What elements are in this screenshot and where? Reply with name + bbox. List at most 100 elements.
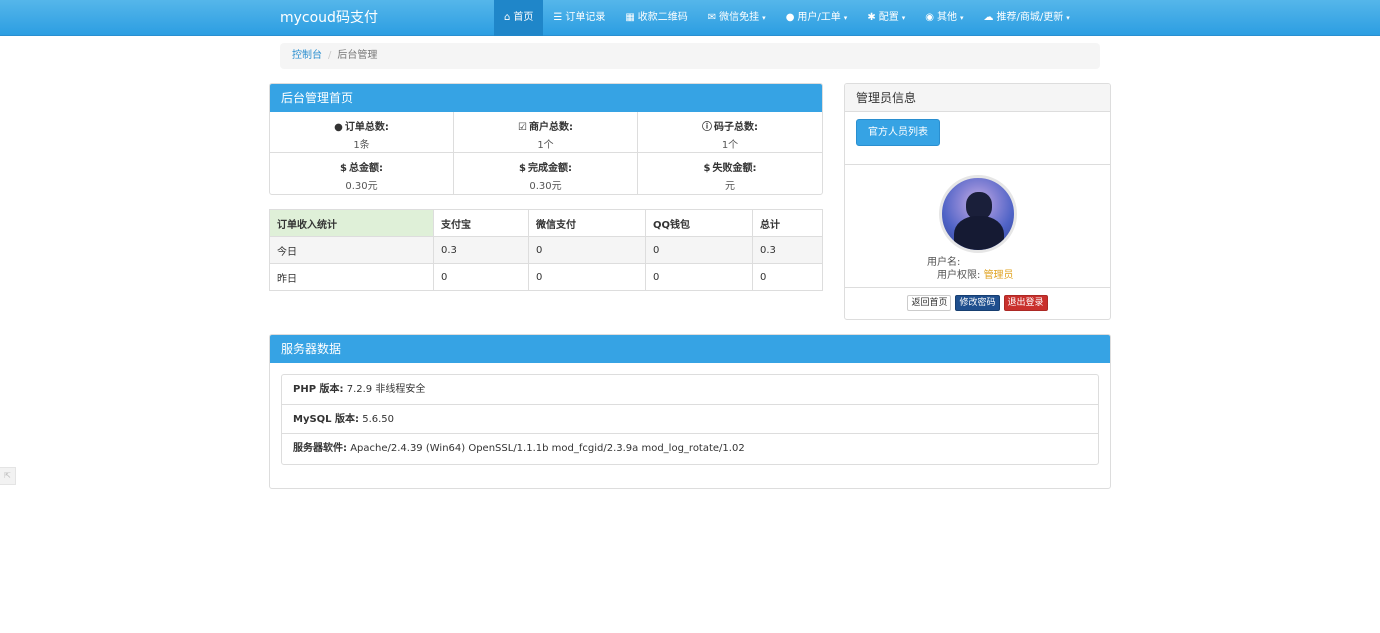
- nav-label: 推荐/商城/更新: [996, 12, 1064, 23]
- table-cell: 昨日: [269, 263, 434, 291]
- nav-label: 收款二维码: [637, 12, 688, 23]
- nav-label: 其他: [936, 12, 957, 23]
- info-circle-icon: ⓘ: [702, 122, 712, 133]
- admin-profile: 用户名: 用户权限: 管理员: [845, 165, 1110, 288]
- table-cell: 0: [645, 263, 753, 291]
- side-toggle-tab[interactable]: ⇱: [0, 467, 16, 485]
- table-row: 昨日 0 0 0 0: [269, 263, 823, 291]
- nav-item-home[interactable]: ⌂ 首页: [494, 0, 544, 36]
- admin-button-area: 官方人员列表: [845, 112, 1110, 165]
- table-cell: 0: [433, 263, 529, 291]
- dollar-icon: $: [703, 163, 711, 174]
- list-item: PHP 版本: 7.2.9 非线程安全: [282, 375, 1098, 405]
- role-value: 管理员: [983, 270, 1014, 281]
- stat-label: 码子总数:: [714, 122, 758, 133]
- nav-label: 用户/工单: [797, 12, 841, 23]
- dollar-icon: $: [519, 163, 526, 174]
- table-header: 微信支付: [528, 209, 646, 237]
- staff-list-button[interactable]: 官方人员列表: [856, 119, 940, 146]
- stat-label: 订单总数:: [344, 122, 389, 133]
- stat-order-count: ● 订单总数: 1条: [270, 112, 454, 153]
- role-row: 用户权限: 管理员: [937, 266, 1014, 281]
- breadcrumb: 控制台 / 后台管理: [280, 43, 1100, 69]
- wechat-icon: ✉: [707, 12, 717, 23]
- chevron-down-icon: ▾: [843, 14, 848, 22]
- nav-item-recommend[interactable]: ☁ 推荐/商城/更新 ▾: [973, 0, 1079, 36]
- stat-value: 元: [725, 181, 735, 192]
- table-cell: 0: [528, 236, 646, 264]
- chevron-down-icon: ▾: [1066, 14, 1070, 22]
- stat-label: 总金额:: [348, 163, 383, 174]
- back-home-button[interactable]: 返回首页: [907, 295, 952, 311]
- table-header: QQ钱包: [645, 209, 753, 237]
- nav-item-wechat[interactable]: ✉ 微信免挂 ▾: [698, 0, 776, 36]
- home-icon: ⌂: [504, 12, 511, 23]
- nav-item-orders[interactable]: ☰ 订单记录: [543, 0, 615, 36]
- brand-logo[interactable]: mycoud码支付: [280, 0, 378, 36]
- nav-label: 微信免挂: [719, 12, 760, 23]
- admin-actions: 返回首页 修改密码 退出登录: [845, 288, 1110, 318]
- stat-total-amount: $ 总金额: 0.30元: [270, 153, 454, 194]
- stats-grid: ● 订单总数: 1条 ☑ 商户总数: 1个 ⓘ 码子总数: 1个 $ 总金额: 0.30…: [270, 112, 822, 194]
- nav-item-users[interactable]: ● 用户/工单 ▾: [776, 0, 858, 36]
- breadcrumb-current: 后台管理: [337, 50, 378, 61]
- table-cell: 今日: [269, 236, 434, 264]
- server-item-label: PHP 版本:: [293, 384, 344, 395]
- top-navbar: mycoud码支付 ⌂ 首页 ☰ 订单记录 ▦ 收款二维码 ✉ 微信免挂 ▾ ●…: [0, 0, 1380, 36]
- logout-button[interactable]: 退出登录: [1003, 295, 1048, 311]
- qrcode-icon: ▦: [625, 12, 635, 23]
- stat-value: 1条: [353, 140, 370, 151]
- avatar-body: [954, 216, 1004, 250]
- main-nav: ⌂ 首页 ☰ 订单记录 ▦ 收款二维码 ✉ 微信免挂 ▾ ● 用户/工单 ▾ ✱…: [494, 0, 1080, 36]
- nav-label: 首页: [513, 12, 534, 23]
- server-item-value: 5.6.50: [362, 413, 395, 425]
- avatar: [939, 175, 1017, 253]
- nav-item-other[interactable]: ◉ 其他 ▾: [915, 0, 973, 36]
- globe-icon: ◉: [925, 12, 934, 23]
- chevron-down-icon: ▾: [959, 14, 964, 22]
- cloud-icon: ☁: [983, 12, 994, 23]
- server-panel: 服务器数据 PHP 版本: 7.2.9 非线程安全 MySQL 版本: 5.6.…: [269, 334, 1111, 489]
- chevron-down-icon: ▾: [762, 14, 766, 22]
- change-password-button[interactable]: 修改密码: [955, 295, 1000, 311]
- stats-panel-title: 后台管理首页: [270, 84, 822, 112]
- stat-value: 1个: [537, 140, 554, 151]
- breadcrumb-separator: /: [328, 50, 332, 61]
- stat-label: 商户总数:: [528, 122, 573, 133]
- drop-icon: ●: [334, 122, 343, 133]
- nav-item-qrcode[interactable]: ▦ 收款二维码: [615, 0, 697, 36]
- server-item-value: Apache/2.4.39 (Win64) OpenSSL/1.1.1b mod…: [350, 443, 745, 454]
- stat-failed-amount: $ 失败金额: 元: [638, 153, 822, 194]
- stat-value: 1个: [721, 140, 739, 151]
- list-item: MySQL 版本: 5.6.50: [282, 405, 1098, 434]
- server-info-list: PHP 版本: 7.2.9 非线程安全 MySQL 版本: 5.6.50 服务器…: [281, 374, 1099, 465]
- admin-panel: 管理员信息 官方人员列表 用户名: 用户权限: 管理员 返回首页 修改密码 退出登录: [844, 83, 1111, 320]
- table-cell: 0: [645, 236, 753, 264]
- stat-merchant-count: ☑ 商户总数: 1个: [454, 112, 638, 153]
- list-icon: ☰: [553, 12, 563, 23]
- server-item-label: MySQL 版本:: [293, 413, 360, 425]
- stat-completed-amount: $ 完成金额: 0.30元: [454, 153, 638, 194]
- dollar-icon: $: [340, 163, 347, 174]
- gear-icon: ✱: [867, 12, 876, 23]
- income-table: 订单收入统计 支付宝 微信支付 QQ钱包 总计 今日 0.3 0 0 0.3 昨…: [269, 209, 823, 291]
- stat-label: 完成金额:: [527, 163, 572, 174]
- role-label: 用户权限:: [937, 270, 981, 281]
- table-cell: 0.3: [752, 236, 823, 264]
- nav-item-config[interactable]: ✱ 配置 ▾: [857, 0, 915, 36]
- table-cell: 0: [752, 263, 823, 291]
- nav-label: 配置: [878, 12, 899, 23]
- table-cell: 0: [528, 263, 646, 291]
- table-cell: 0.3: [433, 236, 529, 264]
- stats-panel: 后台管理首页 ● 订单总数: 1条 ☑ 商户总数: 1个 ⓘ 码子总数: 1个 $ 总金…: [269, 83, 823, 195]
- nav-label: 订单记录: [565, 12, 606, 23]
- breadcrumb-home-link[interactable]: 控制台: [292, 50, 322, 61]
- stat-value: 0.30元: [345, 181, 378, 192]
- list-item: 服务器软件: Apache/2.4.39 (Win64) OpenSSL/1.1…: [282, 434, 1098, 464]
- table-header-row: 订单收入统计 支付宝 微信支付 QQ钱包 总计: [269, 209, 823, 237]
- check-square-icon: ☑: [518, 122, 527, 133]
- user-icon: ●: [785, 12, 795, 23]
- table-header: 支付宝: [433, 209, 529, 237]
- stat-code-count: ⓘ 码子总数: 1个: [638, 112, 822, 153]
- table-header: 订单收入统计: [269, 209, 434, 237]
